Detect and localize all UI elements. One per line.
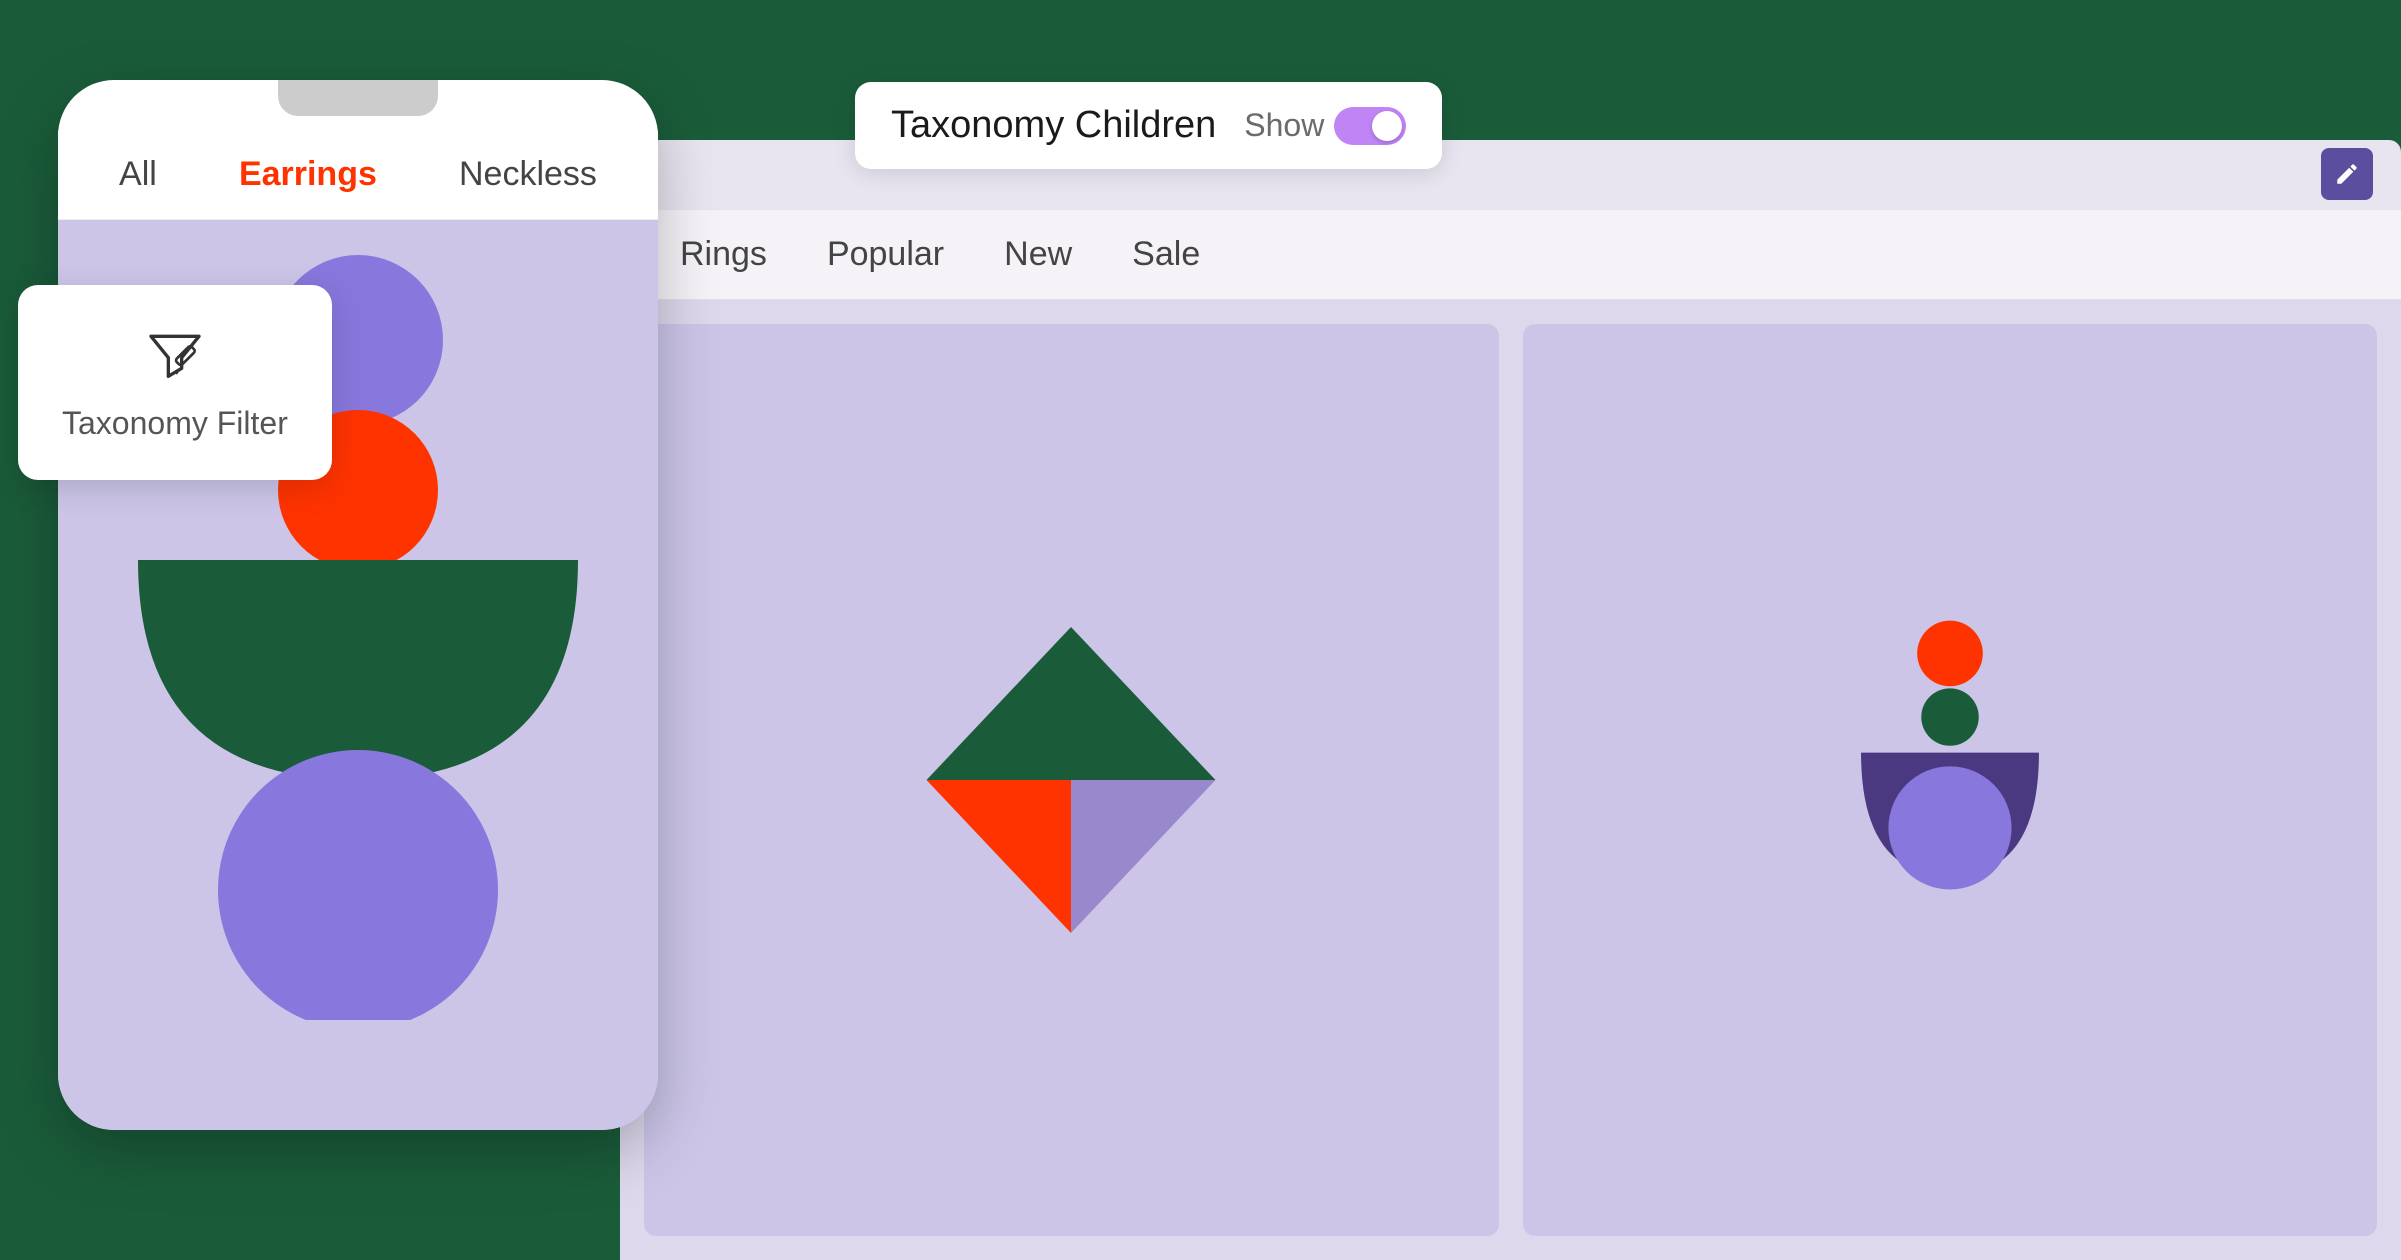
filter-edit-icon	[143, 323, 207, 387]
desktop-content	[620, 300, 2401, 1260]
phone-notch	[278, 80, 438, 116]
tab-sale[interactable]: Sale	[1132, 227, 1200, 282]
taxonomy-children-toggle[interactable]	[1334, 107, 1406, 145]
diamond-artwork	[901, 610, 1241, 950]
phone-tab-neckless[interactable]: Neckless	[459, 155, 597, 194]
phone-tab-all[interactable]: All	[119, 155, 157, 194]
taxonomy-children-title: Taxonomy Children	[891, 104, 1216, 147]
desktop-nav: Rings Popular New Sale	[620, 210, 2401, 300]
product-card-1	[644, 324, 1499, 1236]
tab-new[interactable]: New	[1004, 227, 1072, 282]
phone-mockup: All Earrings Neckless	[58, 80, 658, 1130]
phone-tab-earrings[interactable]: Earrings	[239, 155, 377, 194]
tab-rings[interactable]: Rings	[680, 227, 767, 282]
edit-button[interactable]	[2321, 148, 2373, 200]
taxonomy-filter-label: Taxonomy Filter	[62, 405, 288, 442]
product-card-2	[1523, 324, 2378, 1236]
toggle-container: Show	[1244, 107, 1406, 145]
toggle-label: Show	[1244, 107, 1324, 144]
phone-nav: All Earrings Neckless	[58, 130, 658, 220]
earring-artwork-right	[1820, 600, 2080, 960]
taxonomy-children-card: Taxonomy Children Show	[855, 82, 1442, 169]
taxonomy-filter-popup: Taxonomy Filter	[18, 285, 332, 480]
tab-popular[interactable]: Popular	[827, 227, 944, 282]
pencil-icon	[2334, 161, 2360, 187]
